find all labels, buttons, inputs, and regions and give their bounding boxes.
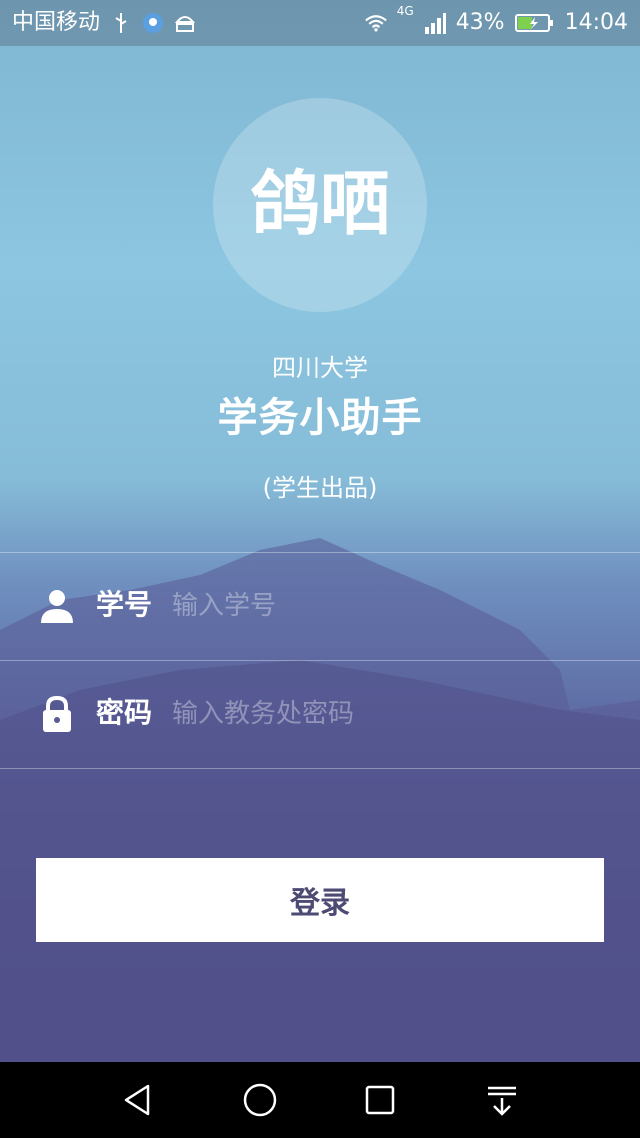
notification-pulldown-icon[interactable] [482,1080,522,1120]
logo-calligraphy: 鸽哂 [250,162,390,245]
home-icon[interactable] [240,1080,280,1120]
clock: 14:04 [564,10,628,35]
navigation-bar [0,1062,640,1138]
divider-bottom [0,768,640,769]
lock-icon [38,695,76,733]
login-screen: 中国移动 4G 43% 14:04 鸽哂 四川大学 学务小助手 (学生出品) 学… [0,0,640,1062]
recents-icon[interactable] [360,1080,400,1120]
password-input[interactable] [170,683,594,745]
student-id-input[interactable] [170,575,594,637]
usb-icon [110,12,132,34]
signal-icon [424,12,446,34]
wifi-icon [364,12,387,34]
status-bar: 中国移动 4G 43% 14:04 [0,0,640,46]
student-id-label: 学号 [96,588,153,621]
university-name: 四川大学 [272,354,368,382]
app-logo: 鸽哂 [213,98,427,312]
network-type: 4G [396,4,414,18]
back-icon[interactable] [118,1080,158,1120]
battery-charging-icon [514,12,555,34]
student-id-field: 学号 [0,553,640,659]
app-notify-icon [142,12,164,34]
password-field: 密码 [0,661,640,767]
svg-text:鸽哂: 鸽哂 [250,162,390,245]
carrier-name: 中国移动 [12,10,101,35]
app-note: (学生出品) [262,474,378,502]
app-title: 学务小助手 [217,395,423,441]
person-icon [38,587,76,625]
android-icon [174,12,196,34]
login-button[interactable]: 登录 [36,858,604,942]
password-label: 密码 [96,696,153,729]
battery-percent: 43% [455,10,505,35]
